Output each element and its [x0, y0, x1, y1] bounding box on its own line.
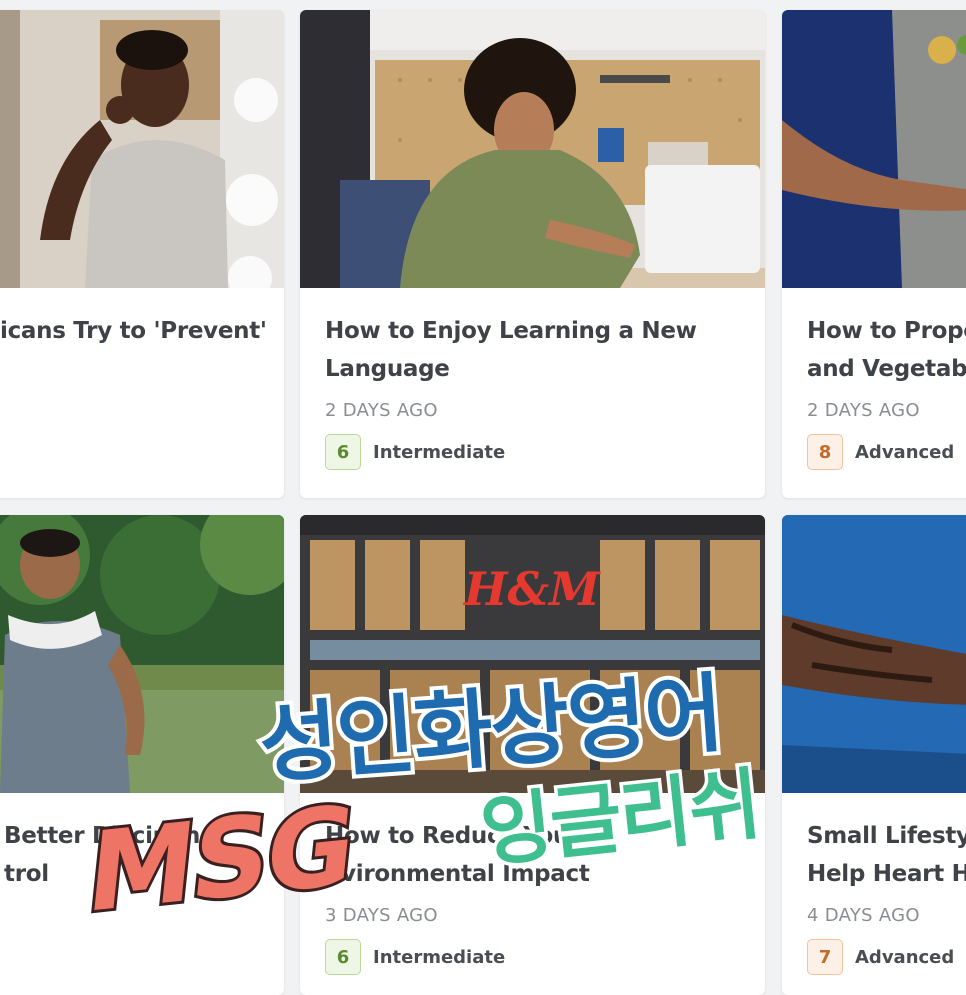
title-line: Language: [325, 356, 450, 382]
article-card-4[interactable]: Better Discipline trol: [0, 515, 284, 995]
title-line: icans Try to 'Prevent': [0, 318, 267, 344]
level-label: te: [0, 434, 1, 455]
publish-date: 2 DAYS AGO: [325, 400, 438, 421]
article-thumbnail: [782, 515, 966, 793]
article-title[interactable]: How to Enjoy Learning a New Language: [325, 312, 697, 388]
article-thumbnail: H&M: [300, 515, 765, 793]
publish-date: 4 DAYS AGO: [807, 905, 920, 926]
article-thumbnail: [300, 10, 765, 288]
article-thumbnail: [0, 10, 284, 288]
level-label: Intermediate: [373, 946, 506, 968]
level-number-badge: 6: [325, 434, 361, 470]
article-card-6[interactable]: Small Lifestyl Help Heart H 4 DAYS AGO 7…: [782, 515, 966, 995]
article-title[interactable]: How to Prope and Vegetabl: [807, 312, 966, 388]
level-number-badge: 7: [807, 939, 843, 975]
title-line: Help Heart H: [807, 861, 966, 887]
article-thumbnail: [0, 515, 284, 793]
article-title[interactable]: Small Lifestyl Help Heart H: [807, 817, 966, 893]
title-line: How to Prope: [807, 318, 966, 344]
title-line: How to Enjoy Learning a New: [325, 318, 697, 344]
article-card-1[interactable]: icans Try to 'Prevent' te: [0, 10, 284, 498]
article-card-3[interactable]: How to Prope and Vegetabl 2 DAYS AGO 8 A…: [782, 10, 966, 498]
publish-date: 2 DAYS AGO: [807, 400, 920, 421]
store-sign: H&M: [462, 562, 602, 616]
title-line: trol: [4, 861, 49, 887]
level-indicator: te: [0, 434, 1, 455]
title-line: How to Reduce Your: [325, 823, 581, 849]
level-label: Advanced: [855, 441, 955, 463]
title-line: Small Lifestyl: [807, 823, 966, 849]
article-card-5[interactable]: H&M How to Reduce Your nvironmental Impa…: [300, 515, 765, 995]
article-thumbnail: [782, 10, 966, 288]
level-indicator: 6 Intermediate: [325, 434, 505, 470]
article-card-2[interactable]: How to Enjoy Learning a New Language 2 D…: [300, 10, 765, 498]
title-line: nvironmental Impact: [325, 861, 590, 887]
title-line: and Vegetabl: [807, 356, 966, 382]
article-title[interactable]: icans Try to 'Prevent': [0, 312, 267, 350]
article-title[interactable]: How to Reduce Your nvironmental Impact: [325, 817, 590, 893]
level-indicator: 6 Intermediate: [325, 939, 505, 975]
level-indicator: 8 Advanced: [807, 434, 954, 470]
article-title[interactable]: Better Discipline trol: [4, 817, 216, 893]
level-indicator: 7 Advanced: [807, 939, 954, 975]
title-line: Better Discipline: [4, 823, 216, 849]
publish-date: 3 DAYS AGO: [325, 905, 438, 926]
level-label: Intermediate: [373, 441, 506, 463]
level-number-badge: 6: [325, 939, 361, 975]
level-label: Advanced: [855, 946, 955, 968]
level-number-badge: 8: [807, 434, 843, 470]
